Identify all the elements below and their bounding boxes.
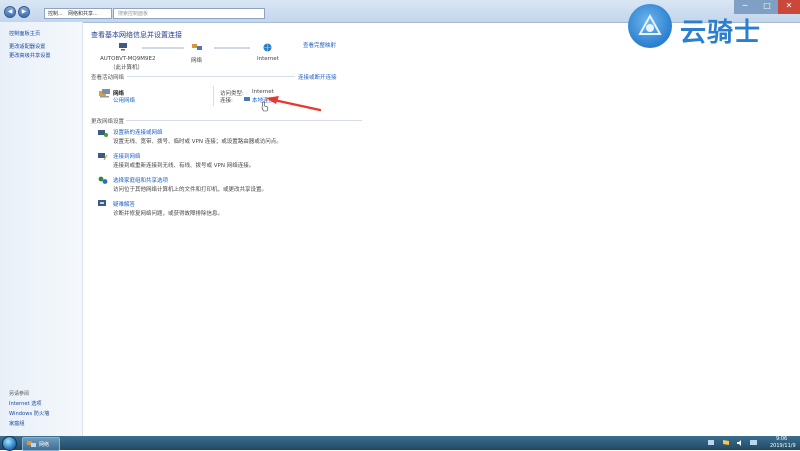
ethernet-icon (244, 96, 251, 102)
start-button[interactable] (2, 436, 17, 451)
close-button[interactable]: ✕ (778, 0, 800, 14)
public-network-icon (99, 89, 110, 98)
forward-button[interactable]: ▶ (18, 6, 30, 18)
watermark-logo-icon (628, 4, 672, 48)
breadcrumb-item[interactable]: 网络和共享... (68, 10, 98, 17)
divider (213, 86, 214, 106)
connect-network-icon (98, 152, 108, 161)
tray-network-icon[interactable] (708, 439, 716, 447)
connection-label: 连接: (220, 98, 233, 104)
network-icon (192, 43, 202, 51)
minimize-icon: ─ (742, 1, 748, 10)
connect-disconnect-link[interactable]: 连接或断开连接 (298, 73, 337, 81)
taskbar-network-window[interactable]: 网络 (22, 437, 60, 451)
search-input[interactable]: 搜索控制面板 (113, 8, 265, 19)
map-connector (214, 47, 250, 49)
active-networks-header: 查看活动网络 (91, 75, 125, 81)
computer-icon (118, 43, 128, 51)
tray-monitor-icon[interactable] (750, 439, 758, 447)
sidebar-item-internet-options[interactable]: Internet 选项 (9, 400, 42, 407)
red-arrow-annotation (266, 96, 322, 112)
divider (127, 76, 295, 77)
full-map-link[interactable]: 查看完整映射 (303, 41, 336, 49)
watermark-text: 云骑士 (680, 18, 762, 48)
task-desc: 访问位于其他网络计算机上的文件和打印机，或更改共享设置。 (113, 187, 268, 193)
forward-icon: ▶ (21, 8, 27, 15)
new-connection-icon (98, 129, 108, 138)
computer-name: AUTOBVT-MQ9M9E2 (100, 56, 156, 62)
homegroup-icon (98, 176, 108, 185)
task-homegroup[interactable]: 选择家庭组和共享选项 (113, 176, 168, 184)
maximize-icon: □ (763, 1, 771, 10)
back-icon: ◀ (7, 8, 13, 15)
clock-date[interactable]: 2019/11/9 (770, 443, 796, 449)
task-troubleshoot[interactable]: 疑难解答 (113, 200, 135, 208)
taskbar-window-label: 网络 (39, 442, 50, 448)
divider (126, 120, 362, 121)
clock-time[interactable]: 9:06 (776, 436, 787, 442)
tray-flag-icon[interactable] (722, 439, 730, 447)
sidebar-item-adapter[interactable]: 更改适配器设置 (9, 43, 45, 50)
sidebar: 控制面板主页 更改适配器设置 更改高级共享设置 另请参阅 Internet 选项… (0, 22, 83, 436)
computer-sub: （此计算机） (110, 65, 144, 71)
close-icon: ✕ (785, 1, 793, 10)
sidebar-item-sharing[interactable]: 更改高级共享设置 (9, 52, 51, 59)
troubleshoot-icon (98, 199, 108, 208)
see-also-title: 另请参阅 (9, 391, 30, 397)
map-network-label: 网络 (191, 58, 203, 64)
task-desc: 设置无线、宽带、拨号、临时或 VPN 连接；或设置路由器或访问点。 (113, 139, 282, 145)
back-button[interactable]: ◀ (4, 6, 16, 18)
tray-volume-icon[interactable] (736, 439, 744, 447)
address-bar[interactable]: 控制... 网络和共享... (44, 8, 112, 19)
sidebar-item-home[interactable]: 控制面板主页 (9, 30, 40, 37)
map-connector (142, 47, 184, 49)
globe-icon (263, 43, 272, 52)
map-internet-label: Internet (257, 56, 279, 62)
task-desc: 连接到或重新连接到无线、有线、拨号或 VPN 网络连接。 (113, 163, 255, 169)
hand-cursor-icon (261, 101, 269, 112)
taskbar: 网络 9:06 2019/11/9 (0, 436, 800, 451)
breadcrumb-item[interactable]: 控制... (48, 10, 63, 17)
task-new-connection[interactable]: 设置新的连接或网络 (113, 128, 163, 136)
sidebar-item-homegroup[interactable]: 家庭组 (9, 420, 25, 427)
sidebar-item-firewall[interactable]: Windows 防火墙 (9, 410, 49, 417)
task-desc: 诊断并修复网络问题，或获得故障排除信息。 (113, 211, 224, 217)
page-title: 查看基本网络信息并设置连接 (91, 31, 182, 39)
change-settings-header: 更改网络设置 (91, 119, 125, 125)
task-connect-network[interactable]: 连接到网络 (113, 152, 141, 160)
network-type-link[interactable]: 公用网络 (113, 96, 135, 104)
search-placeholder: 搜索控制面板 (118, 11, 149, 17)
network-window-icon (27, 441, 36, 447)
